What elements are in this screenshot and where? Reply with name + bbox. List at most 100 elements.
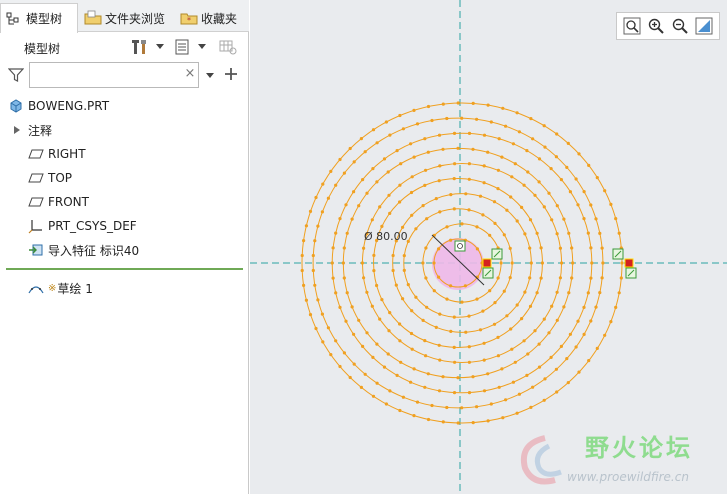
sketch-canvas[interactable]: Ø 80.00: [250, 0, 727, 494]
endpoint-handle[interactable]: [482, 258, 492, 268]
curve-point: [380, 298, 384, 302]
search-input[interactable]: [29, 62, 199, 88]
curve-point: [482, 358, 486, 362]
zoom-in-button[interactable]: [646, 16, 666, 36]
curve-point: [387, 329, 391, 333]
zoom-out-icon: [672, 18, 688, 34]
curve-point: [415, 400, 420, 404]
curve-point: [497, 385, 501, 389]
chevron-down-icon[interactable]: [198, 44, 206, 50]
curve-point: [388, 389, 392, 393]
column-display-button[interactable]: [218, 37, 238, 57]
curve-point: [528, 218, 533, 222]
tab-favorites[interactable]: * 收藏夹: [176, 4, 249, 32]
curve-point: [426, 372, 430, 376]
curve-point: [456, 376, 460, 380]
curve-point: [589, 203, 593, 207]
tree-item-root[interactable]: BOWENG.PRT: [0, 95, 249, 117]
close-icon[interactable]: ×: [184, 67, 196, 80]
curve-point: [496, 187, 500, 191]
curve-point: [525, 149, 529, 153]
tree-item-csys[interactable]: PRT_CSYS_DEF: [0, 215, 249, 237]
curve-point: [533, 329, 537, 333]
filter-row: ×: [0, 60, 249, 90]
curve-point: [375, 381, 379, 385]
curve-point: [617, 231, 621, 235]
curve-point: [471, 147, 475, 151]
curve-point: [412, 108, 416, 112]
curve-point: [523, 290, 527, 294]
curve-point: [445, 297, 449, 301]
tree-item-import-feature[interactable]: 导入特征 标识40: [0, 239, 249, 261]
tree-item-right[interactable]: RIGHT: [0, 143, 249, 165]
curve-point: [456, 101, 460, 105]
curve-point: [437, 389, 442, 393]
curve-point: [304, 298, 308, 302]
expand-arrow-icon[interactable]: [12, 122, 22, 138]
curve-point: [460, 222, 464, 226]
curve-point: [482, 341, 486, 345]
curve-point: [441, 147, 445, 151]
chevron-down-icon[interactable]: [156, 44, 164, 50]
curve-point: [496, 354, 500, 358]
curve-point: [515, 219, 519, 223]
curve-point: [600, 276, 604, 280]
tree-item-front[interactable]: FRONT: [0, 191, 249, 213]
curve-point: [467, 391, 472, 395]
settings-tools-button[interactable]: [130, 37, 150, 57]
curve-point: [492, 322, 497, 326]
curve-point: [531, 137, 535, 141]
curve-point: [614, 305, 618, 309]
filter-icon[interactable]: [8, 67, 24, 83]
curve-point: [438, 312, 442, 316]
curve-point: [334, 231, 338, 235]
tab-label: 模型树: [26, 12, 63, 26]
curve-point: [505, 314, 509, 318]
curve-point: [342, 276, 346, 280]
show-options-button[interactable]: [172, 37, 192, 57]
zoom-out-button[interactable]: [670, 16, 690, 36]
tree-item-sketch[interactable]: ※ 草绘 1: [0, 277, 249, 299]
curve-point: [432, 289, 436, 293]
curve-point: [437, 133, 442, 137]
sketch-annotations: Ø 80.00: [364, 230, 637, 286]
curve-point: [371, 394, 376, 398]
tab-model-tree[interactable]: 模型树: [0, 3, 78, 33]
diameter-dimension[interactable]: Ø 80.00: [364, 230, 408, 243]
curve-point: [537, 365, 542, 369]
curve-point: [570, 246, 574, 250]
curve-point: [502, 233, 506, 237]
curve-point: [582, 190, 586, 194]
center-constraint-icon[interactable]: [454, 240, 466, 252]
endpoint-handle[interactable]: [624, 258, 634, 268]
curve-point: [341, 261, 345, 265]
curve-point: [399, 162, 403, 166]
curve-point: [566, 141, 570, 145]
curve-point: [471, 101, 475, 105]
tree-item-top[interactable]: TOP: [0, 167, 249, 189]
curve-point: [482, 164, 486, 168]
curve-point: [535, 231, 539, 235]
tree-item-annotations[interactable]: 注释: [0, 119, 249, 141]
curve-point: [504, 124, 508, 128]
curve-point: [496, 335, 500, 339]
curve-point: [493, 301, 497, 305]
curve-point: [598, 231, 602, 235]
view-orientation-button[interactable]: [694, 16, 714, 36]
curve-point: [481, 213, 485, 217]
insert-here-divider[interactable]: [6, 268, 243, 270]
refit-button[interactable]: [622, 16, 642, 36]
tab-folder-browser[interactable]: 文件夹浏览: [80, 4, 174, 32]
curve-point: [577, 152, 581, 156]
curve-point: [321, 340, 325, 344]
add-icon[interactable]: [224, 67, 238, 81]
curve-point: [508, 246, 512, 250]
curve-point: [478, 328, 483, 332]
curve-point: [499, 261, 503, 265]
curve-point: [526, 352, 530, 356]
curve-point: [576, 203, 580, 207]
chevron-down-icon[interactable]: [206, 73, 214, 79]
curve-point: [371, 167, 375, 171]
curve-point: [528, 246, 532, 250]
curve-point: [399, 360, 403, 364]
